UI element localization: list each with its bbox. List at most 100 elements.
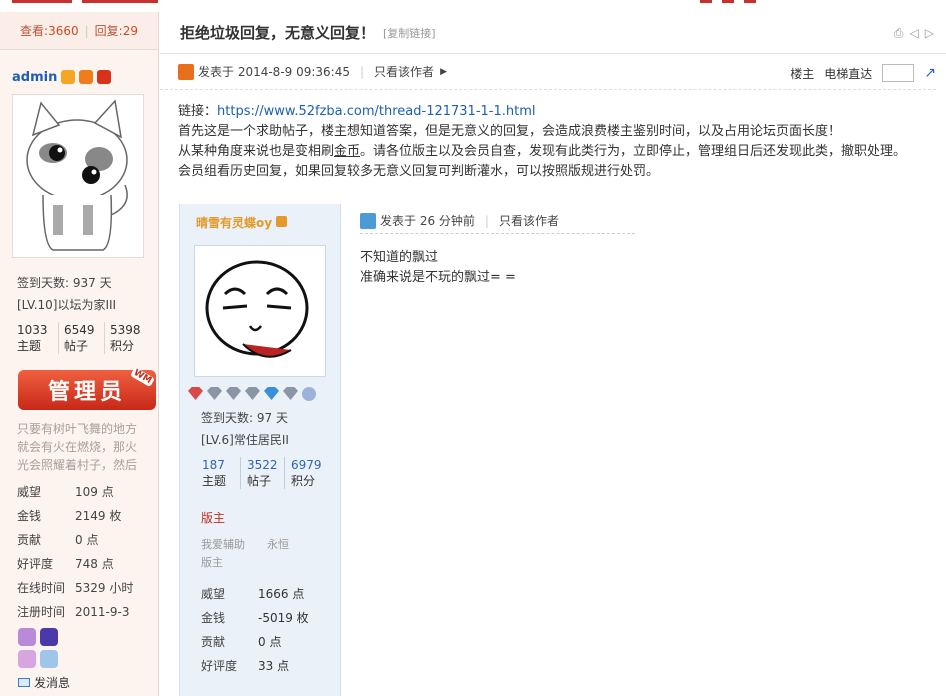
reply-count-points-label: 积分 (291, 474, 316, 488)
op-username[interactable]: admin (12, 70, 57, 85)
title-badge-icon (276, 216, 288, 227)
post-line-2: 从某种角度来说也是变相刷金币。请各位版主以及会员自查，发现有此类行为，立即停止，… (178, 142, 946, 162)
meta-divider: | (484, 213, 489, 228)
op-field-row: 贡献 0 点 (17, 528, 158, 552)
post-line-3: 会员组看历史回复，如果回复较多无意义回复可判断灌水，可以按照版规进行处罚。 (178, 164, 660, 179)
send-message-label: 发消息 (34, 676, 71, 690)
floor-jump-input[interactable] (882, 64, 915, 82)
admin-role-button[interactable]: 管理员 WM (18, 366, 156, 410)
diamond-medal-icon[interactable] (245, 387, 260, 400)
top-tab-3[interactable] (700, 0, 712, 3)
reply-meta-bar: 发表于 26 分钟前 | 只看该作者 (360, 212, 635, 234)
admin-role-label: 管理员 (47, 380, 126, 405)
field-key: 在线时间 (17, 581, 66, 595)
replies-count: 29 (122, 23, 138, 38)
print-icon[interactable]: ⎙ (894, 26, 904, 41)
top-tab-2[interactable] (82, 0, 158, 3)
stats-divider: | (84, 23, 89, 38)
reply-count-points-value: 6979 (291, 458, 322, 472)
thread-main: 拒绝垃圾回复，无意义回复！ [复制链接] ⎙ ◁ ▷ 发表于 2014-8-9 … (160, 12, 946, 696)
reply-checkin: 签到天数: 97 天 (201, 411, 288, 425)
op-count-posts-label: 帖子 (64, 339, 89, 353)
diamond-medal-icon[interactable] (188, 387, 203, 400)
link-label: 链接： (178, 104, 218, 119)
op-level[interactable]: [LV.10]以坛为家III (17, 294, 158, 316)
reply-only-author-link[interactable]: 只看该作者 (499, 212, 559, 229)
op-count-points-value: 5398 (110, 323, 141, 337)
op-count-topics[interactable]: 1033 主题 (12, 322, 58, 354)
field-key: 金钱 (201, 611, 226, 625)
reply-groups: 我爱辅助 永恒 版主 (201, 538, 311, 569)
reply-body: 不知道的飘过 准确来说是不玩的飘过= = (360, 234, 635, 288)
gold-coin-link[interactable]: 金币 (334, 144, 360, 159)
diamond-medal-icon[interactable] (226, 387, 241, 400)
post-link-line: 链接：https://www.52fzba.com/thread-121731-… (178, 102, 946, 122)
field-value: 5329 小时 (75, 581, 134, 595)
reply-count-points[interactable]: 6979 积分 (284, 457, 328, 489)
reply-level[interactable]: [LV.6]常住居民II (201, 429, 340, 451)
vip-badge-icon (97, 70, 112, 84)
op-medals-2 (0, 646, 158, 668)
reply-line-2: 准确来说是不玩的飘过= = (360, 270, 516, 285)
meta-divider: | (360, 64, 365, 79)
op-info: 签到天数: 937 天 [LV.10]以坛为家III (0, 258, 158, 316)
post-line-1: 首先这是一个求助帖子，楼主想知道答案，但是无意义的回复，会造成浪费楼主鉴别时间，… (178, 124, 842, 139)
medal-icon[interactable] (18, 628, 36, 646)
prev-thread-icon[interactable]: ◁ (910, 26, 919, 41)
reply-role: 版主 (201, 511, 226, 525)
reply-avatar[interactable] (194, 245, 326, 377)
reply-count-topics-value: 187 (202, 458, 225, 472)
reply-username[interactable]: 晴雪有灵蝶oy (180, 204, 340, 231)
post-meta-bar: 发表于 2014-8-9 09:36:45 | 只看该作者 ▶ 楼主 电梯直达 … (160, 54, 936, 90)
op-count-posts[interactable]: 6549 帖子 (58, 322, 104, 354)
op-field-row: 威望 109 点 (17, 480, 158, 504)
thread-link[interactable]: https://www.52fzba.com/thread-121731-1-1… (217, 104, 535, 119)
field-value: 33 点 (258, 659, 290, 673)
field-key: 好评度 (17, 557, 54, 571)
diamond-medal-icon[interactable] (264, 387, 279, 400)
reply-username-text: 晴雪有灵蝶oy (196, 216, 273, 230)
reply-count-topics[interactable]: 187 主题 (196, 457, 240, 489)
help-icon[interactable] (302, 387, 316, 401)
medal-icon[interactable] (40, 650, 58, 668)
medal-icon[interactable] (18, 650, 36, 668)
next-thread-icon[interactable]: ▷ (925, 26, 934, 41)
reply-count-posts[interactable]: 3522 帖子 (240, 457, 284, 489)
jump-label: 电梯直达 (824, 66, 873, 81)
medal-icon[interactable] (40, 628, 58, 646)
reply-info: 签到天数: 97 天 [LV.6]常住居民II (180, 401, 340, 451)
reply-medals (180, 377, 340, 401)
field-value: 1666 点 (258, 587, 305, 601)
views-count: 3660 (48, 23, 79, 38)
reply-field-row: 威望 1666 点 (201, 582, 340, 606)
field-key: 金钱 (17, 509, 42, 523)
op-avatar[interactable] (12, 94, 144, 258)
op-fields: 威望 109 点 金钱 2149 枚 贡献 0 点 好评度 748 点 在线时间 5329… (0, 474, 158, 624)
post-time: 发表于 2014-8-9 09:36:45 (198, 65, 350, 79)
field-value: 0 点 (258, 635, 282, 649)
top-tab-1[interactable] (12, 0, 72, 3)
field-value: -5019 枚 (258, 611, 309, 625)
diamond-medal-icon[interactable] (207, 387, 222, 400)
floor-jump-go-icon[interactable]: ↗ (924, 65, 936, 81)
top-tab-4[interactable] (722, 0, 734, 3)
op-field-row: 注册时间 2011-9-3 (17, 600, 158, 624)
copy-link-button[interactable]: [复制链接] (383, 25, 436, 41)
only-author-link[interactable]: 只看该作者 (374, 63, 434, 80)
thread-title: 拒绝垃圾回复，无意义回复！ (180, 24, 376, 42)
home-badge-icon (79, 70, 94, 84)
reply-fields: 威望 1666 点 金钱 -5019 枚 贡献 0 点 好评度 33 点 (180, 572, 340, 678)
op-count-points[interactable]: 5398 积分 (104, 322, 150, 354)
reply-field-row: 金钱 -5019 枚 (201, 606, 340, 630)
field-value: 748 点 (75, 557, 114, 571)
op-field-row: 金钱 2149 枚 (17, 504, 158, 528)
smug-face-avatar-icon (205, 260, 309, 358)
op-checkin: 签到天数: 937 天 (17, 276, 112, 290)
field-value: 109 点 (75, 485, 114, 499)
op-name-row: admin (0, 50, 158, 90)
send-message-link[interactable]: 发消息 (0, 668, 158, 691)
reply-counts: 187 主题 3522 帖子 6979 积分 (180, 451, 340, 489)
top-tab-5[interactable] (744, 0, 756, 3)
reply-profile-column: 晴雪有灵蝶oy 签到天数: 97 天 [LV.6]常住居民II 187 主题 3… (179, 204, 341, 696)
diamond-medal-icon[interactable] (283, 387, 298, 400)
